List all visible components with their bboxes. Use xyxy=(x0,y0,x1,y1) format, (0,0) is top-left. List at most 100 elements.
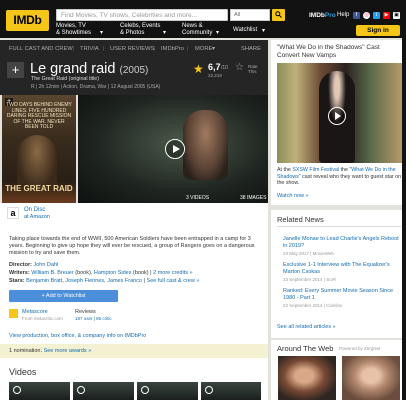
menu-celebs-events[interactable]: Celebs, Events & Photos xyxy=(120,23,160,37)
writer-link[interactable]: William B. Breuer xyxy=(31,270,73,276)
search-icon xyxy=(275,11,282,18)
related-news-heading: Related News xyxy=(277,215,324,224)
video-thumbnail[interactable] xyxy=(137,382,198,400)
add-to-watchlist-button[interactable]: + Add to Watchlist xyxy=(9,290,118,302)
play-icon xyxy=(205,386,213,394)
on-disc-link[interactable]: On Disc xyxy=(24,207,45,213)
chevron-down-icon: ▾ xyxy=(216,30,220,36)
help-link[interactable]: Help xyxy=(337,12,349,18)
title-year[interactable]: (2005) xyxy=(119,65,148,76)
powered-by[interactable]: Powered by ZergNet xyxy=(339,346,380,351)
around-web-heading: Around The Web xyxy=(277,344,334,353)
facebook-icon[interactable]: f xyxy=(353,12,360,19)
videos-count-link[interactable]: 3 VIDEOS xyxy=(186,195,209,201)
news-title-link[interactable]: Ranked: Every Summer Movie Season Since … xyxy=(283,288,401,302)
star-icon: ★ xyxy=(193,62,204,76)
subnav-divider: | xyxy=(187,46,189,52)
star-outline-icon[interactable]: ☆ xyxy=(235,62,244,73)
around-web-thumbnail[interactable] xyxy=(278,356,336,400)
instagram-icon[interactable]: ◎ xyxy=(363,12,370,19)
rating-count[interactable]: 22,219 xyxy=(208,73,222,78)
awards-text: 1 nomination. xyxy=(9,348,44,354)
metascore-badge[interactable] xyxy=(9,309,18,318)
video-thumbnail[interactable] xyxy=(73,382,134,400)
poster-title: THE GREAT RAID xyxy=(5,184,73,193)
chevron-down-icon: ▾ xyxy=(262,28,266,34)
poster-image[interactable]: + TWO DAYS BEHIND ENEMY LINES. FIVE HUND… xyxy=(2,95,76,203)
star-link[interactable]: Joseph Fiennes xyxy=(65,278,104,284)
news-title-link[interactable]: Janelle Monae to Lead Charlie's Angels R… xyxy=(283,236,401,250)
youtube-icon[interactable]: ▶ xyxy=(383,12,390,19)
director-label: Director: xyxy=(9,262,32,268)
menu-movies-tv[interactable]: Movies, TV & Showtimes xyxy=(56,23,91,37)
search-button[interactable] xyxy=(272,9,285,21)
full-cast-link[interactable]: See full cast & crew » xyxy=(147,278,200,284)
menu-celebs-line1: Celebs, Events xyxy=(120,23,161,29)
metascore-label[interactable]: Metascore xyxy=(22,309,48,315)
more-credits-link[interactable]: 2 more credits » xyxy=(153,270,192,276)
writer-link[interactable]: Hampton Sides xyxy=(94,270,132,276)
chevron-down-icon: ▾ xyxy=(100,30,104,36)
director-link[interactable]: John Dahl xyxy=(33,262,58,268)
caption-link[interactable]: SXSW Film Festival xyxy=(292,167,339,173)
add-watchlist-ribbon-icon[interactable]: + xyxy=(7,62,24,78)
chevron-down-icon: ▾ xyxy=(163,30,167,36)
news-item: Janelle Monae to Lead Charlie's Angels R… xyxy=(283,236,401,256)
plot-summary: Taking place towards the end of WWII, 50… xyxy=(9,236,255,256)
star-link[interactable]: Benjamin Bratt xyxy=(26,278,62,284)
subnav-share[interactable]: SHARE xyxy=(241,40,261,58)
subnav-trivia[interactable]: TRIVIA xyxy=(80,40,99,58)
imdbpro-text: IMDb xyxy=(309,12,325,19)
scrollbar[interactable] xyxy=(402,0,406,400)
subnav-user-reviews[interactable]: USER REVIEWS xyxy=(110,40,154,58)
play-icon[interactable] xyxy=(328,107,346,125)
news-date: 23 May 2017 | MovieWeb xyxy=(283,250,334,256)
video-thumbnail[interactable] xyxy=(9,382,70,400)
subnav-divider: | xyxy=(154,46,156,52)
subnav-more[interactable]: MORE xyxy=(195,40,212,58)
original-title: The Great Raid (original title) xyxy=(31,76,100,82)
menu-news-community[interactable]: News & Community xyxy=(182,23,212,37)
images-count-link[interactable]: 38 IMAGES xyxy=(240,195,266,201)
director-credit: Director: John Dahl xyxy=(9,262,58,268)
poster-figure xyxy=(17,135,57,190)
news-item: Exclusive 1-1 Interview with The Equaliz… xyxy=(283,262,401,282)
search-category-select[interactable]: All xyxy=(230,9,270,21)
twitch-icon[interactable]: ▣ xyxy=(393,12,400,19)
caption-text: At the xyxy=(277,167,293,173)
star-link[interactable]: James Franco xyxy=(107,278,142,284)
trailer-video[interactable] xyxy=(78,95,268,203)
at-amazon-link[interactable]: at Amazon xyxy=(24,214,50,220)
feature-caption: At the SXSW Film Festival the "What We D… xyxy=(277,167,402,187)
stars-label: Stars: xyxy=(9,278,25,284)
amazon-icon[interactable]: a xyxy=(7,207,19,219)
rating-value: 6,7 xyxy=(208,62,221,72)
rate-this-label[interactable]: Rate This xyxy=(248,64,258,74)
search-input[interactable]: Find Movies, TV shows, Celebrities and m… xyxy=(56,9,228,21)
rating-max: /10 xyxy=(221,65,228,71)
subnav-imdbpro[interactable]: IMDbPro xyxy=(161,40,184,58)
menu-watchlist[interactable]: Watchlist xyxy=(233,27,257,34)
watch-now-link[interactable]: Watch now » xyxy=(277,193,309,199)
play-icon[interactable] xyxy=(165,139,185,159)
video-thumbnail[interactable] xyxy=(201,382,261,400)
metascore-source: From metacritic.com xyxy=(22,316,63,321)
news-item: Ranked: Every Summer Movie Season Since … xyxy=(283,288,401,308)
signin-button[interactable]: Sign in xyxy=(356,25,400,36)
news-title-link[interactable]: Exclusive 1-1 Interview with The Equaliz… xyxy=(283,262,401,276)
see-all-articles-link[interactable]: See all related articles » xyxy=(277,324,336,330)
subnav-full-cast[interactable]: FULL CAST AND CREW xyxy=(9,40,73,58)
menu-movies-tv-line1: Movies, TV xyxy=(56,23,86,29)
reviews-count-link[interactable]: 187 user | 85 critic xyxy=(75,316,112,321)
poster-tagline: TWO DAYS BEHIND ENEMY LINES. FIVE HUNDRE… xyxy=(6,102,72,130)
feature-title[interactable]: "What We Do in the Shadows" Cast Convert… xyxy=(277,44,402,60)
see-more-awards-link[interactable]: See more awards » xyxy=(44,348,92,354)
twitter-icon[interactable]: t xyxy=(373,12,380,19)
around-web-thumbnail[interactable] xyxy=(342,356,400,400)
play-icon xyxy=(13,386,21,394)
imdb-logo[interactable]: IMDb xyxy=(6,10,49,31)
imdbpro-pro-text: Pro xyxy=(324,12,336,19)
subnav-divider: | xyxy=(73,46,75,52)
imdbpro-link[interactable]: IMDbPro xyxy=(309,12,336,19)
imdbpro-info-link[interactable]: View production, box office, & company i… xyxy=(9,333,146,339)
